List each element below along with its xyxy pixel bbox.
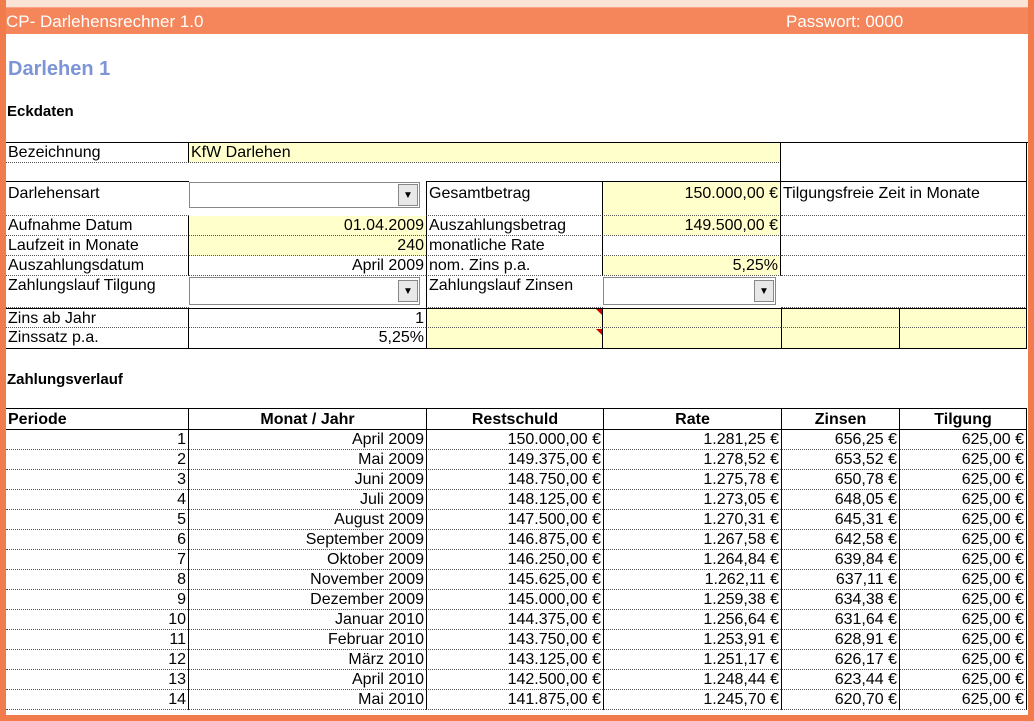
window-frame [0,0,1034,721]
